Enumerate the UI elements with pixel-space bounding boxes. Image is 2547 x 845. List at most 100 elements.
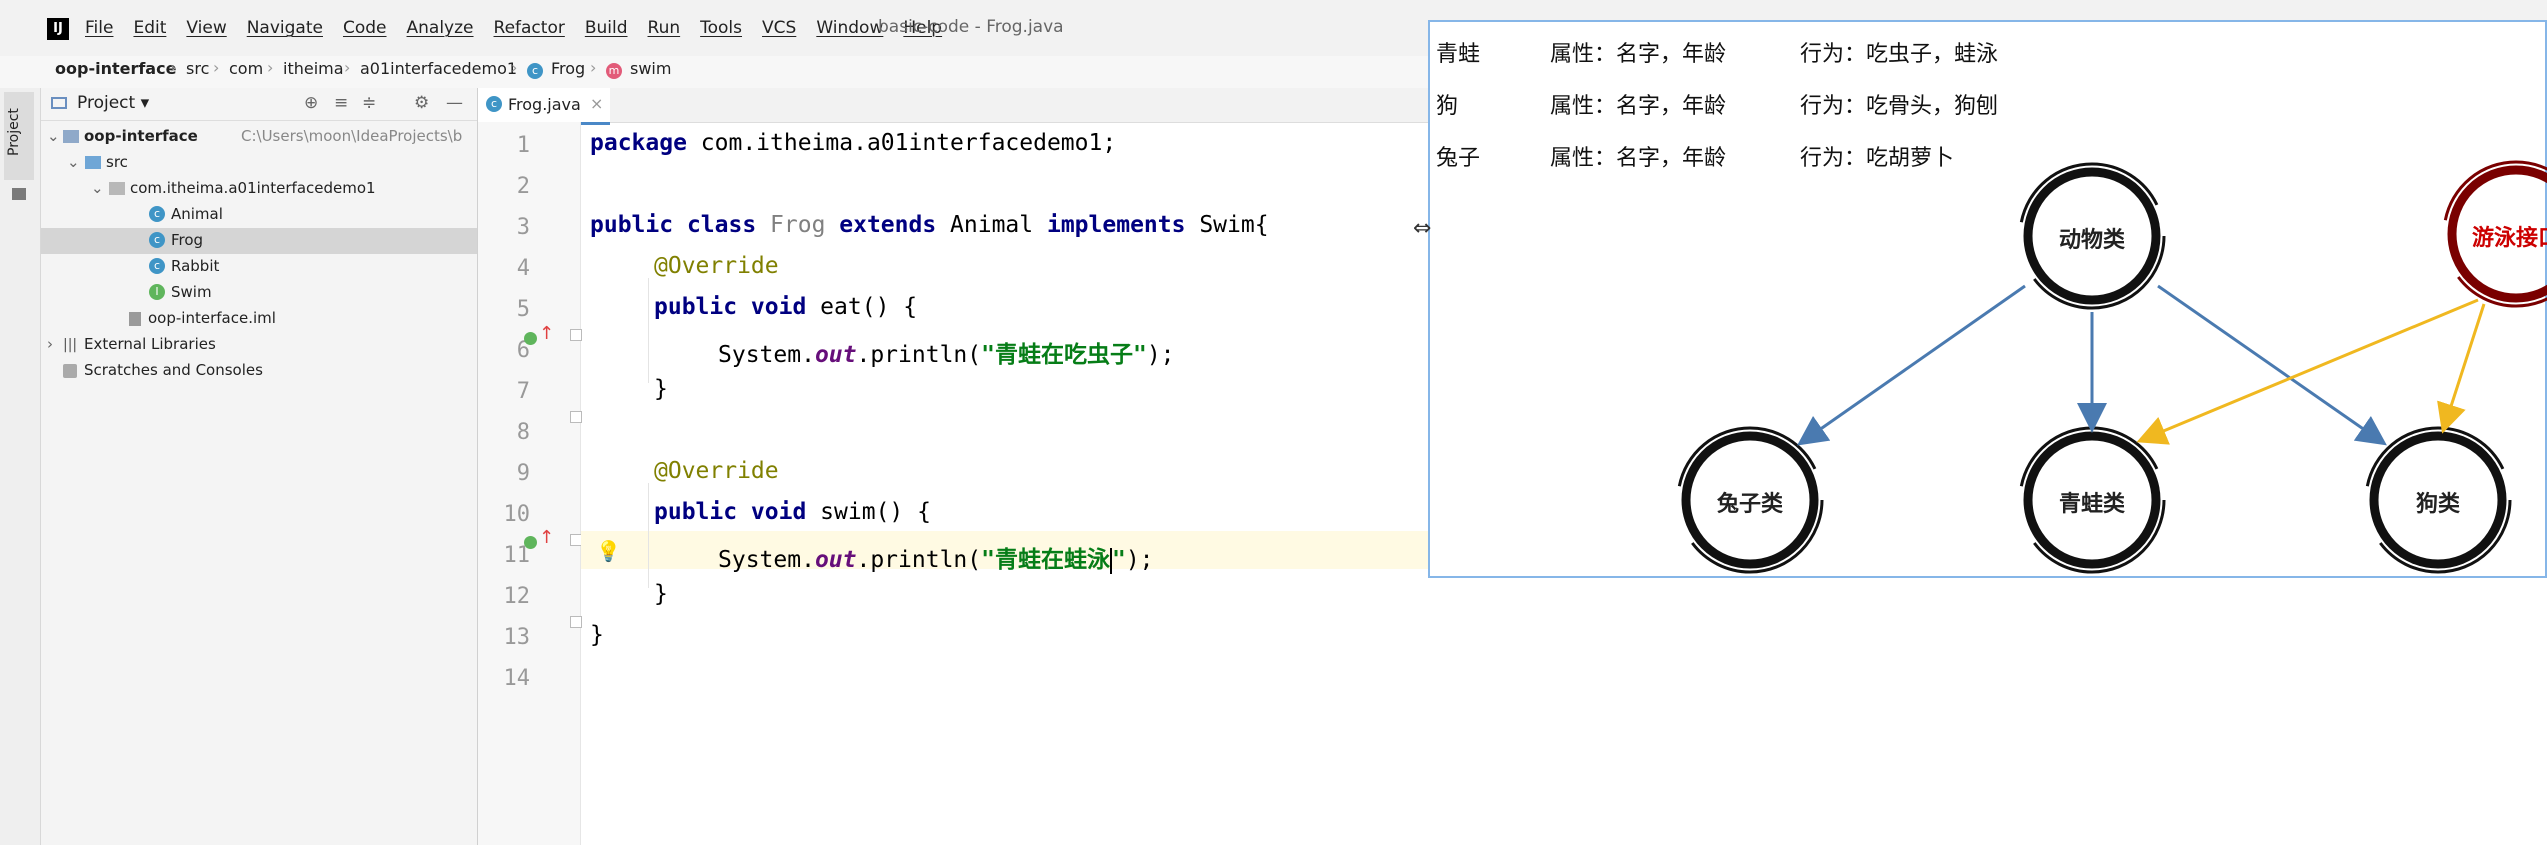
breadcrumb-itheima[interactable]: itheima — [283, 59, 344, 78]
tree-label: oop-interface.iml — [148, 309, 276, 327]
hide-icon[interactable]: — — [446, 93, 463, 113]
tree-label: Rabbit — [171, 257, 220, 275]
code-text: eat() { — [806, 294, 918, 320]
code-line-12: } — [654, 581, 668, 607]
tree-item-iml[interactable]: oop-interface.iml — [41, 306, 477, 332]
line-number: 1 — [516, 133, 530, 158]
project-tool-tab[interactable]: Project — [4, 92, 34, 180]
keyword: class — [673, 212, 771, 238]
code-line-6: System.out.println("青蛙在吃虫子"); — [718, 335, 1175, 369]
line-number: 5 — [516, 297, 530, 322]
tree-item-external-libraries[interactable]: › ||| External Libraries — [41, 332, 477, 358]
line-number: 4 — [516, 256, 530, 281]
tool-window-strip: Project — [0, 88, 41, 845]
diagram-overlay: 青蛙 属性：名字，年龄 行为：吃虫子，蛙泳 狗 属性：名字，年龄 行为：吃骨头，… — [1428, 20, 2547, 578]
breadcrumb-separator: › — [267, 58, 274, 77]
tree-item-rabbit[interactable]: c Rabbit — [41, 254, 477, 280]
collapse-all-icon[interactable]: ≡ — [334, 93, 348, 113]
menu-tools[interactable]: Tools — [700, 18, 742, 38]
fold-icon[interactable] — [570, 411, 582, 423]
breadcrumb-separator: › — [590, 58, 597, 77]
frog-node-label: 青蛙类 — [2058, 492, 2125, 517]
breadcrumb-com[interactable]: com — [229, 59, 263, 78]
line-number: 8 — [516, 420, 530, 445]
class-icon: c — [486, 96, 502, 112]
code-text: ); — [1125, 547, 1154, 573]
tree-item-scratches[interactable]: Scratches and Consoles — [41, 358, 477, 384]
tree-item-src[interactable]: ⌄ src — [41, 150, 477, 176]
menu-file[interactable]: File — [85, 18, 113, 38]
breadcrumb-class[interactable]: Frog — [551, 59, 585, 78]
code-line-9: @Override — [654, 458, 779, 484]
menu-navigate[interactable]: Navigate — [247, 18, 323, 38]
chevron-down-icon[interactable]: ⌄ — [47, 127, 60, 145]
inherit-arrow-rabbit — [1797, 284, 2026, 446]
class-icon: c — [149, 232, 165, 248]
code-line-13: } — [590, 622, 604, 648]
breadcrumb-project[interactable]: oop-interface — [55, 59, 176, 78]
tree-label: src — [106, 153, 128, 171]
intellij-logo-icon: IJ — [47, 18, 69, 40]
line-number: 9 — [516, 461, 530, 486]
tree-item-project-root[interactable]: ⌄ oop-interface C:\Users\moon\IdeaProjec… — [41, 124, 477, 150]
override-arrow-icon[interactable]: ↑ — [539, 527, 554, 548]
project-tool-label: Project — [6, 108, 22, 156]
static-field: out — [814, 547, 857, 573]
code-line-10: public void swim() { — [654, 499, 931, 525]
gear-icon[interactable]: ⚙ — [414, 93, 429, 113]
menu-refactor[interactable]: Refactor — [494, 18, 565, 38]
tree-label: oop-interface — [84, 127, 198, 145]
breadcrumb-separator: › — [344, 58, 351, 77]
breadcrumb-src[interactable]: src — [186, 59, 209, 78]
chevron-down-icon[interactable]: ⌄ — [91, 179, 104, 197]
project-panel: Project ▾ ⊕ ≡ ≑ ⚙ — ⌄ oop-interface C:\U… — [41, 88, 478, 845]
menu-vcs[interactable]: VCS — [762, 18, 796, 38]
tree-item-frog[interactable]: c Frog — [41, 228, 477, 254]
code-text: com.itheima.a01interfacedemo1; — [686, 130, 1117, 156]
code-line-11: System.out.println("青蛙在蛙泳"); — [718, 540, 1154, 574]
tree-label: Animal — [171, 205, 223, 223]
package-icon — [109, 182, 125, 195]
menu-code[interactable]: Code — [343, 18, 387, 38]
animal-node-label: 动物类 — [2058, 228, 2125, 253]
menu-window[interactable]: Window — [816, 18, 883, 38]
scratches-icon — [63, 364, 77, 378]
tree-item-package[interactable]: ⌄ com.itheima.a01interfacedemo1 — [41, 176, 477, 202]
code-line-5: public void eat() { — [654, 294, 917, 320]
tree-item-animal[interactable]: c Animal — [41, 202, 477, 228]
module-folder-icon — [63, 130, 79, 143]
menu-view[interactable]: View — [186, 18, 226, 38]
locate-icon[interactable]: ⊕ — [304, 93, 318, 113]
line-gutter: 1 2 3 4 5 6 7 8 9 10 11 12 13 14 ↑ ↑ — [478, 122, 582, 845]
menu-build[interactable]: Build — [585, 18, 628, 38]
libraries-icon: ||| — [63, 337, 78, 353]
line-number: 13 — [503, 625, 531, 650]
menu-edit[interactable]: Edit — [133, 18, 166, 38]
interface-icon: I — [149, 284, 165, 300]
override-arrow-icon[interactable]: ↑ — [539, 323, 554, 344]
implements-marker-icon[interactable] — [524, 332, 537, 345]
lightbulb-icon[interactable]: 💡 — [596, 539, 621, 563]
close-icon[interactable]: × — [590, 94, 603, 113]
fold-icon[interactable] — [570, 616, 582, 628]
tree-label: Swim — [171, 283, 212, 301]
breadcrumb-package[interactable]: a01interfacedemo1 — [360, 59, 517, 78]
implement-arrow-frog — [2136, 298, 2479, 445]
expand-all-icon[interactable]: ≑ — [362, 93, 376, 113]
line-number: 11 — [503, 543, 531, 568]
project-panel-title[interactable]: Project ▾ — [77, 93, 149, 113]
chevron-right-icon[interactable]: › — [47, 335, 53, 353]
menu-run[interactable]: Run — [648, 18, 681, 38]
implement-arrow-dog — [2437, 303, 2486, 434]
implements-marker-icon[interactable] — [524, 536, 537, 549]
fold-icon[interactable] — [570, 329, 582, 341]
breadcrumb-separator: › — [511, 58, 518, 77]
code-text: ); — [1146, 342, 1175, 368]
menu-analyze[interactable]: Analyze — [407, 18, 474, 38]
code-line-3: public class Frog extends Animal impleme… — [590, 212, 1269, 238]
breadcrumb-method[interactable]: swim — [630, 59, 671, 78]
tree-item-swim[interactable]: I Swim — [41, 280, 477, 306]
folder-icon[interactable] — [12, 188, 26, 200]
tab-frog-java[interactable]: c Frog.java × — [478, 88, 610, 125]
chevron-down-icon[interactable]: ⌄ — [67, 153, 80, 171]
